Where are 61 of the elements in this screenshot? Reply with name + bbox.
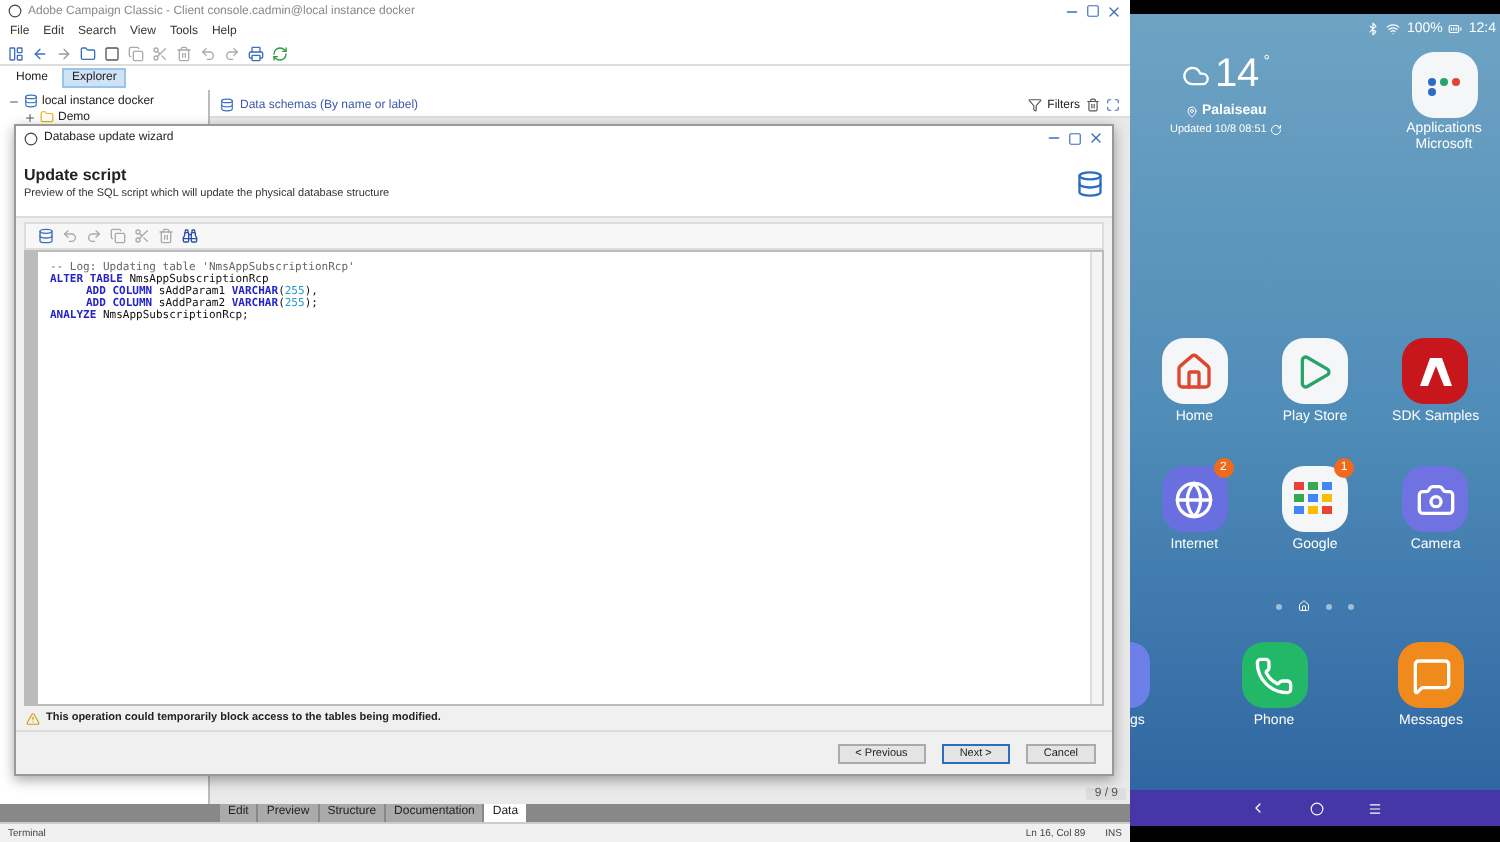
redo-icon[interactable] <box>86 228 102 244</box>
expand-icon[interactable] <box>24 111 36 123</box>
app-icon[interactable] <box>1402 338 1469 404</box>
back-icon[interactable] <box>32 45 48 61</box>
home-button-icon[interactable] <box>1309 801 1323 815</box>
undo-icon[interactable] <box>62 228 78 244</box>
app-icon[interactable] <box>1398 642 1464 708</box>
maximize-icon[interactable] <box>1086 4 1100 18</box>
maximize-icon[interactable] <box>1068 131 1082 145</box>
undo-icon[interactable] <box>200 45 216 61</box>
bluetooth-icon <box>1366 21 1381 35</box>
window-icon[interactable] <box>104 45 120 61</box>
app-icon[interactable] <box>1402 466 1469 532</box>
forward-icon[interactable] <box>56 45 72 61</box>
schema-icon[interactable] <box>220 98 234 112</box>
degree-sign: ° <box>1263 52 1270 70</box>
page-dot[interactable] <box>1276 603 1282 609</box>
house-icon <box>1174 351 1215 391</box>
copy-icon[interactable] <box>128 45 144 61</box>
app-icon[interactable] <box>1161 338 1228 404</box>
dialog-heading: Update script <box>24 166 129 184</box>
temperature: 14 <box>1214 52 1260 98</box>
database-icon <box>1076 169 1104 197</box>
phone-icon <box>1254 655 1294 695</box>
app-folder[interactable] <box>1411 52 1477 118</box>
wifi-icon <box>1386 21 1401 35</box>
panel-icon[interactable] <box>8 45 24 61</box>
recent-apps-icon[interactable] <box>1367 801 1381 815</box>
close-icon[interactable] <box>1106 3 1122 19</box>
close-icon[interactable] <box>1088 130 1104 146</box>
filter-icon[interactable] <box>1027 98 1042 112</box>
schema-icon[interactable] <box>38 228 54 244</box>
delete-icon[interactable] <box>1086 98 1100 112</box>
home-page-indicator-icon[interactable] <box>1298 600 1310 612</box>
refresh-icon[interactable] <box>1270 124 1283 136</box>
redo-icon[interactable] <box>224 45 240 61</box>
camera-icon <box>1415 479 1456 519</box>
folder-icon[interactable] <box>80 45 96 61</box>
cut-icon[interactable] <box>134 228 150 244</box>
app-grid-icon <box>1294 481 1335 517</box>
refresh-icon[interactable] <box>272 45 288 61</box>
app-icon[interactable] <box>1241 642 1307 708</box>
print-icon[interactable] <box>248 45 264 61</box>
page-dot[interactable] <box>1326 603 1332 609</box>
search-icon[interactable] <box>182 228 198 244</box>
fullscreen-icon[interactable] <box>1106 98 1120 112</box>
warning-icon <box>26 711 40 725</box>
app-dots-icon <box>1426 75 1462 95</box>
copy-icon[interactable] <box>110 228 126 244</box>
cloud-icon <box>1182 61 1211 89</box>
app-icon[interactable] <box>1281 338 1348 404</box>
battery-icon <box>1448 21 1463 35</box>
letter-a-logo-icon <box>1417 353 1454 389</box>
planet-icon <box>1174 479 1215 519</box>
chat-bubble-icon <box>1411 655 1451 695</box>
folder-icon <box>40 110 54 124</box>
location-icon <box>1186 105 1198 117</box>
collapse-icon[interactable] <box>8 95 20 107</box>
cut-icon[interactable] <box>152 45 168 61</box>
page-dot[interactable] <box>1348 603 1354 609</box>
database-icon <box>24 94 38 108</box>
